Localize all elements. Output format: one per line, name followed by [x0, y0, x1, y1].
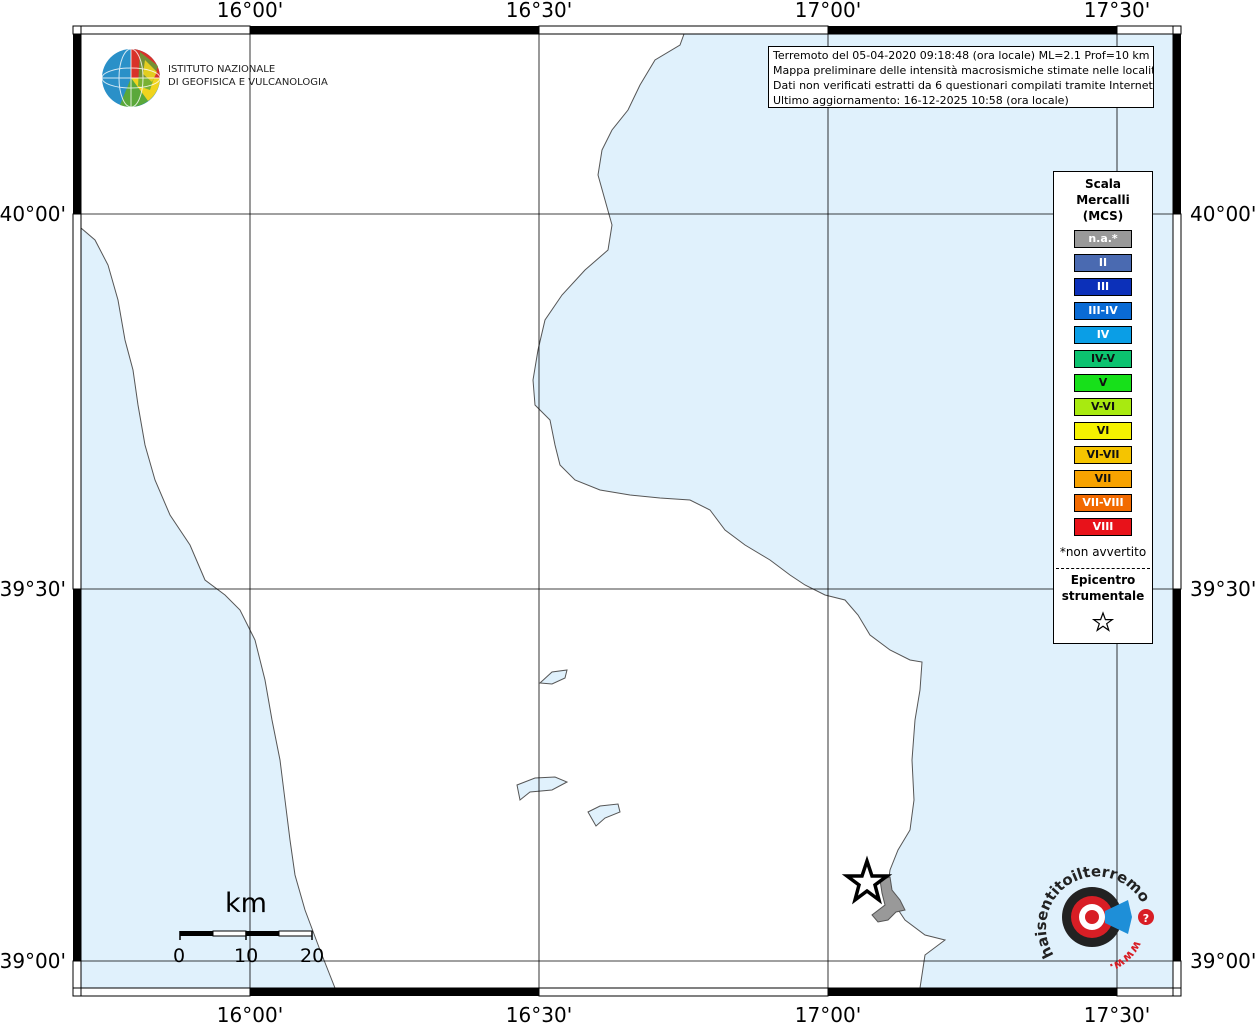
- legend-swatch: VI: [1074, 422, 1132, 440]
- left-label: 39°30': [0, 577, 66, 601]
- scale-tick-label: 10: [234, 945, 259, 967]
- top-label: 17°30': [1084, 0, 1150, 22]
- legend-epicenter-line: strumentale: [1061, 589, 1145, 603]
- info-line: Dati non verificati estratti da 6 questi…: [773, 79, 1154, 92]
- institute-line2: DI GEOFISICA E VULCANOLOGIA: [168, 77, 328, 88]
- svg-text:?: ?: [1143, 912, 1149, 925]
- legend-swatch: III-IV: [1074, 302, 1132, 320]
- legend-swatch: IV-V: [1074, 350, 1132, 368]
- left-axis-labels: 40°00' 39°30' 39°00': [0, 202, 66, 973]
- ingv-logo-icon: [101, 48, 161, 108]
- legend-title-line: Mercalli: [1076, 193, 1130, 207]
- left-label: 39°00': [0, 949, 66, 973]
- bottom-label: 16°30': [506, 1003, 572, 1024]
- legend-note: *non avvertito: [1059, 545, 1147, 559]
- legend-epicenter-line: Epicentro: [1070, 573, 1136, 587]
- legend-title-line: (MCS): [1082, 209, 1124, 223]
- top-label: 16°30': [506, 0, 572, 22]
- scale-unit: km: [225, 888, 267, 919]
- scale-tick-label: 20: [300, 945, 325, 967]
- mcs-legend: Scala Mercalli (MCS) n.a.* II III III-IV IV I…: [1053, 171, 1153, 644]
- legend-swatch: n.a.*: [1074, 230, 1132, 248]
- legend-swatch: III: [1074, 278, 1132, 296]
- legend-star-icon: [1091, 611, 1115, 632]
- legend-swatch: VII: [1074, 470, 1132, 488]
- right-label: 40°00': [1190, 202, 1255, 226]
- info-line: Terremoto del 05-04-2020 09:18:48 (ora l…: [773, 49, 1150, 62]
- legend-swatch: IV: [1074, 326, 1132, 344]
- right-label: 39°30': [1190, 577, 1255, 601]
- legend-title-line: Scala: [1084, 177, 1122, 191]
- right-label: 39°00': [1190, 949, 1255, 973]
- legend-swatch: V-VI: [1074, 398, 1132, 416]
- right-axis-labels: 40°00' 39°30' 39°00': [1190, 202, 1255, 973]
- top-axis-labels: 16°00' 16°30' 17°00' 17°30': [217, 0, 1150, 22]
- bottom-label: 17°30': [1084, 1003, 1150, 1024]
- info-line: Ultimo aggiornamento: 16-12-2025 10:58 (…: [773, 94, 1069, 107]
- institute-line1: ISTITUTO NAZIONALE: [168, 64, 276, 75]
- earthquake-info-box: Terremoto del 05-04-2020 09:18:48 (ora l…: [768, 46, 1154, 108]
- legend-swatch: V: [1074, 374, 1132, 392]
- top-label: 17°00': [795, 0, 861, 22]
- legend-separator: [1056, 568, 1150, 569]
- legend-swatch: VIII: [1074, 518, 1132, 536]
- bottom-label: 16°00': [217, 1003, 283, 1024]
- legend-swatch: VII-VIII: [1074, 494, 1132, 512]
- institute-name: ISTITUTO NAZIONALE DI GEOFISICA E VULCAN…: [168, 63, 328, 89]
- top-label: 16°00': [217, 0, 283, 22]
- legend-swatch: II: [1074, 254, 1132, 272]
- legend-swatch: VI-VII: [1074, 446, 1132, 464]
- left-label: 40°00': [0, 202, 66, 226]
- bottom-label: 17°00': [795, 1003, 861, 1024]
- legend-epicenter-label: Epicentro strumentale: [1054, 572, 1152, 604]
- bottom-axis-labels: 16°00' 16°30' 17°00' 17°30': [217, 1003, 1150, 1024]
- scale-tick-label: 0: [173, 945, 186, 967]
- legend-title: Scala Mercalli (MCS): [1054, 176, 1152, 224]
- info-line: Mappa preliminare delle intensità macros…: [773, 64, 1154, 77]
